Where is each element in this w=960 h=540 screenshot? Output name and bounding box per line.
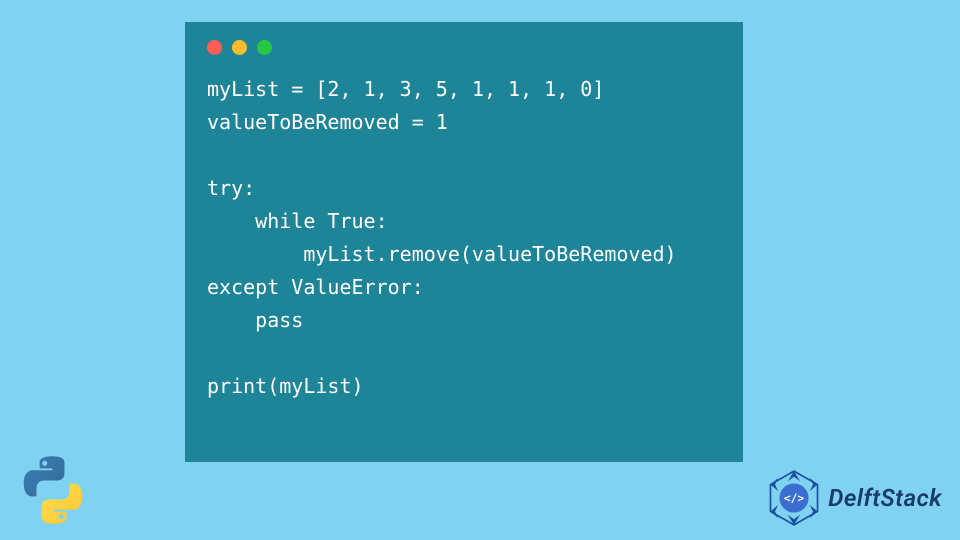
delftstack-logo-icon: </> <box>766 470 822 526</box>
minimize-dot-icon <box>232 40 247 55</box>
maximize-dot-icon <box>257 40 272 55</box>
delftstack-name: DelftStack <box>828 484 942 512</box>
window-controls <box>207 40 721 55</box>
python-logo-icon <box>18 454 88 526</box>
delftstack-branding: </> DelftStack <box>766 470 942 526</box>
code-window: myList = [2, 1, 3, 5, 1, 1, 1, 0] valueT… <box>185 22 743 462</box>
close-dot-icon <box>207 40 222 55</box>
svg-text:</>: </> <box>784 492 804 505</box>
code-block: myList = [2, 1, 3, 5, 1, 1, 1, 0] valueT… <box>207 73 721 403</box>
